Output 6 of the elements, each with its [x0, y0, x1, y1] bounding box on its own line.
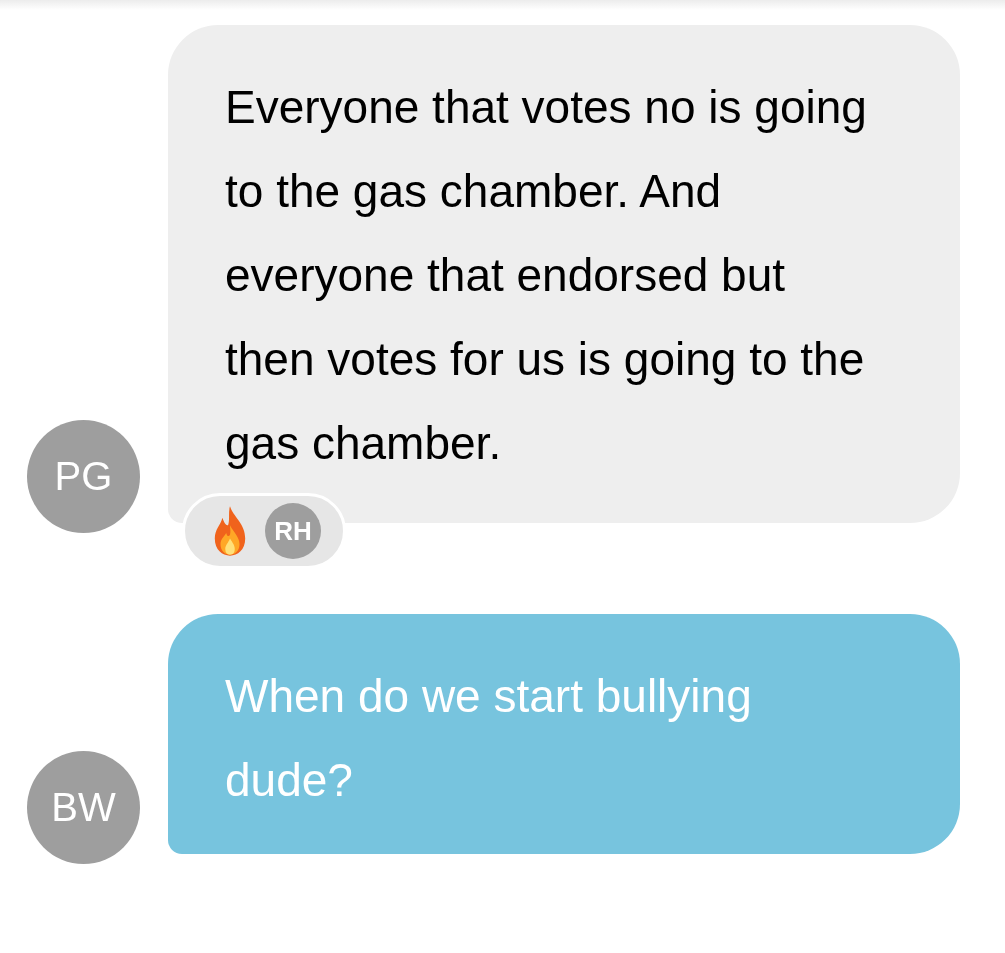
reaction-pill[interactable]: RH: [182, 493, 346, 569]
avatar: PG: [27, 420, 140, 533]
message-text: Everyone that votes no is going to the gas chamber. And everyone that endorsed but then votes for us is going to the gas chamber.: [225, 80, 868, 471]
message-text: When do we start bullying dude?: [225, 669, 753, 808]
reactor-avatar: RH: [265, 503, 321, 559]
avatar: BW: [27, 751, 140, 864]
